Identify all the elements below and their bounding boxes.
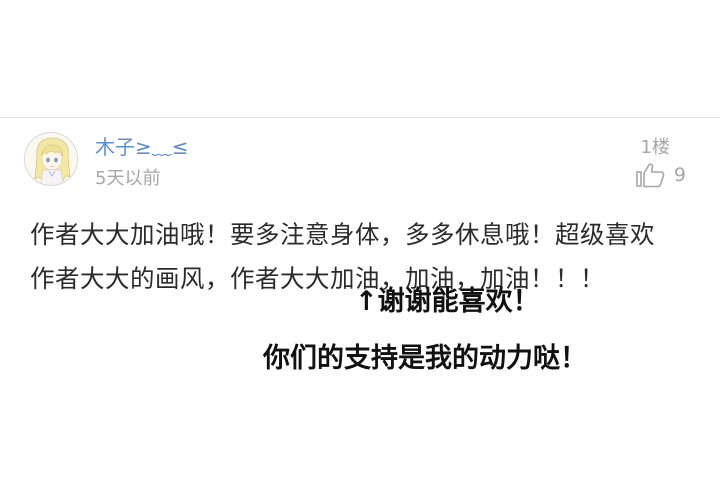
- thumbs-up-icon: [636, 163, 665, 188]
- like-count: 9: [673, 164, 686, 186]
- floor-number: 1楼: [640, 137, 670, 158]
- like-button[interactable]: 9: [636, 162, 686, 188]
- reply-line-2: 你们的支持是我的动力哒！: [263, 343, 587, 374]
- timestamp: 5天以前: [95, 168, 161, 189]
- anime-girl-avatar-icon: [25, 133, 77, 185]
- username[interactable]: 木子≥﹏≤: [95, 131, 189, 160]
- avatar[interactable]: [24, 132, 78, 186]
- reply-line-1: ↑谢谢能喜欢！: [355, 286, 540, 317]
